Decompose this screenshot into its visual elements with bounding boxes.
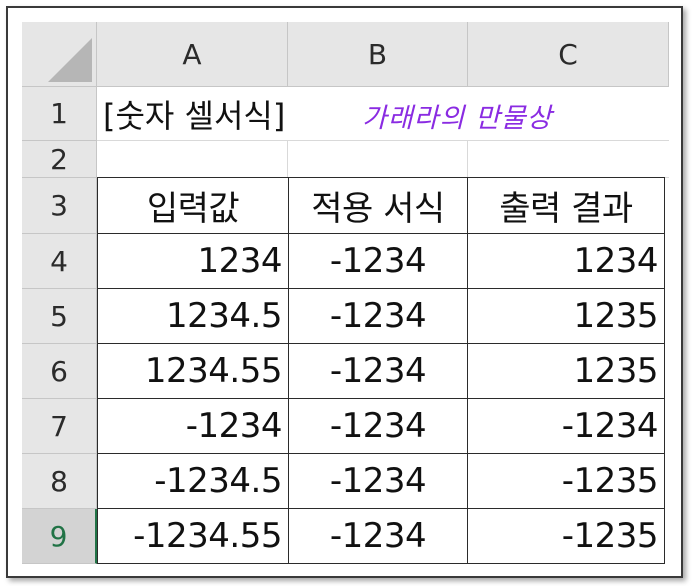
- cell-a8[interactable]: -1234.5: [97, 454, 289, 509]
- cell-b2[interactable]: [288, 141, 468, 178]
- cell-a9[interactable]: -1234.55: [97, 509, 289, 564]
- cell-b9[interactable]: -1234: [289, 509, 468, 564]
- spreadsheet-grid: A B C 1 2 3 4 5 6 7 8 9 [숫자 셀서식] 가래라의 만물…: [22, 22, 669, 568]
- column-header-c[interactable]: C: [468, 22, 669, 87]
- column-header-a[interactable]: A: [97, 22, 288, 87]
- cell-a6[interactable]: 1234.55: [97, 344, 289, 399]
- select-all-corner[interactable]: [22, 22, 97, 87]
- table-header-input[interactable]: 입력값: [97, 177, 289, 234]
- cell-a5[interactable]: 1234.5: [97, 289, 289, 344]
- row-header-9[interactable]: 9: [22, 509, 97, 564]
- cell-c5[interactable]: 1235: [468, 289, 665, 344]
- row-header-1[interactable]: 1: [22, 87, 97, 141]
- row-header-4[interactable]: 4: [22, 234, 97, 289]
- row-header-3[interactable]: 3: [22, 178, 97, 234]
- cell-a2[interactable]: [97, 141, 288, 178]
- cell-b7[interactable]: -1234: [289, 399, 468, 454]
- cell-c6[interactable]: 1235: [468, 344, 665, 399]
- row-header-6[interactable]: 6: [22, 344, 97, 399]
- row-header-2[interactable]: 2: [22, 141, 97, 178]
- cell-a4[interactable]: 1234: [97, 234, 289, 289]
- table-header-format[interactable]: 적용 서식: [289, 177, 468, 234]
- cell-b6[interactable]: -1234: [289, 344, 468, 399]
- watermark-signature: 가래라의 만물상: [362, 103, 553, 134]
- column-header-b[interactable]: B: [288, 22, 468, 87]
- cell-a7[interactable]: -1234: [97, 399, 289, 454]
- cell-c8[interactable]: -1235: [468, 454, 665, 509]
- cell-b4[interactable]: -1234: [289, 234, 468, 289]
- cell-b5[interactable]: -1234: [289, 289, 468, 344]
- row-header-5[interactable]: 5: [22, 289, 97, 344]
- cell-b8[interactable]: -1234: [289, 454, 468, 509]
- table-header-output[interactable]: 출력 결과: [468, 177, 665, 234]
- cell-c4[interactable]: 1234: [468, 234, 665, 289]
- row-header-7[interactable]: 7: [22, 399, 97, 454]
- cell-c7[interactable]: -1234: [468, 399, 665, 454]
- cell-c2[interactable]: [468, 141, 669, 178]
- row-header-8[interactable]: 8: [22, 454, 97, 509]
- cell-c9[interactable]: -1235: [468, 509, 665, 564]
